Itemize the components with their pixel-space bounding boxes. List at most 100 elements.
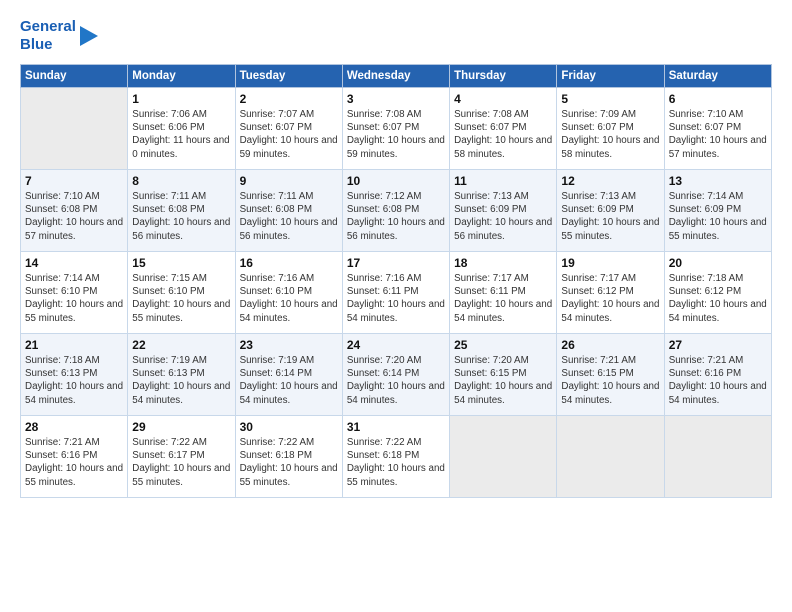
day-number: 14: [25, 256, 123, 270]
header-day: Sunday: [21, 65, 128, 88]
day-cell: 19 Sunrise: 7:17 AMSunset: 6:12 PMDayligh…: [557, 252, 664, 334]
day-number: 9: [240, 174, 338, 188]
day-cell: 3Sunrise: 7:08 AMSunset: 6:07 PMDaylight…: [342, 88, 449, 170]
logo: General Blue: [20, 18, 100, 54]
day-cell: 5 Sunrise: 7:09 AMSunset: 6:07 PMDaylight…: [557, 88, 664, 170]
day-cell: 4 Sunrise: 7:08 AMSunset: 6:07 PMDaylight…: [450, 88, 557, 170]
logo-arrow-icon: [78, 22, 100, 50]
day-cell: 21 Sunrise: 7:18 AMSunset: 6:13 PMDayligh…: [21, 334, 128, 416]
day-number: 1: [132, 92, 230, 106]
day-cell: [664, 416, 771, 498]
day-cell: 7 Sunrise: 7:10 AMSunset: 6:08 PMDaylight…: [21, 170, 128, 252]
day-number: 11: [454, 174, 552, 188]
day-cell: 31 Sunrise: 7:22 AMSunset: 6:18 PMDayligh…: [342, 416, 449, 498]
day-cell: 28 Sunrise: 7:21 AMSunset: 6:16 PMDayligh…: [21, 416, 128, 498]
header-day: Wednesday: [342, 65, 449, 88]
day-info: Sunrise: 7:15 AMSunset: 6:10 PMDaylight:…: [132, 272, 230, 325]
day-number: 31: [347, 420, 445, 434]
week-row: 7 Sunrise: 7:10 AMSunset: 6:08 PMDaylight…: [21, 170, 772, 252]
day-info: Sunrise: 7:11 AMSunset: 6:08 PMDaylight:…: [240, 190, 338, 243]
day-number: 12: [561, 174, 659, 188]
day-cell: [557, 416, 664, 498]
day-info: Sunrise: 7:07 AMSunset: 6:07 PMDaylight:…: [240, 108, 338, 161]
day-number: 8: [132, 174, 230, 188]
day-info: Sunrise: 7:14 AMSunset: 6:10 PMDaylight:…: [25, 272, 123, 325]
header-day: Monday: [128, 65, 235, 88]
day-cell: 29 Sunrise: 7:22 AMSunset: 6:17 PMDayligh…: [128, 416, 235, 498]
day-number: 25: [454, 338, 552, 352]
day-number: 4: [454, 92, 552, 106]
day-number: 28: [25, 420, 123, 434]
day-cell: 9 Sunrise: 7:11 AMSunset: 6:08 PMDaylight…: [235, 170, 342, 252]
day-number: 27: [669, 338, 767, 352]
day-info: Sunrise: 7:21 AMSunset: 6:15 PMDaylight:…: [561, 354, 659, 407]
day-number: 19: [561, 256, 659, 270]
day-info: Sunrise: 7:21 AMSunset: 6:16 PMDaylight:…: [669, 354, 767, 407]
day-cell: 23 Sunrise: 7:19 AMSunset: 6:14 PMDayligh…: [235, 334, 342, 416]
header-row: SundayMondayTuesdayWednesdayThursdayFrid…: [21, 65, 772, 88]
day-info: Sunrise: 7:21 AMSunset: 6:16 PMDaylight:…: [25, 436, 123, 489]
day-info: Sunrise: 7:09 AMSunset: 6:07 PMDaylight:…: [561, 108, 659, 161]
week-row: 14 Sunrise: 7:14 AMSunset: 6:10 PMDayligh…: [21, 252, 772, 334]
day-number: 21: [25, 338, 123, 352]
day-number: 10: [347, 174, 445, 188]
header: General Blue: [20, 18, 772, 54]
day-number: 24: [347, 338, 445, 352]
day-info: Sunrise: 7:08 AMSunset: 6:07 PMDaylight:…: [454, 108, 552, 161]
day-info: Sunrise: 7:22 AMSunset: 6:18 PMDaylight:…: [347, 436, 445, 489]
day-cell: 26 Sunrise: 7:21 AMSunset: 6:15 PMDayligh…: [557, 334, 664, 416]
day-info: Sunrise: 7:10 AMSunset: 6:07 PMDaylight:…: [669, 108, 767, 161]
day-cell: [21, 88, 128, 170]
day-number: 22: [132, 338, 230, 352]
logo-text-line2: Blue: [20, 36, 53, 54]
day-info: Sunrise: 7:17 AMSunset: 6:11 PMDaylight:…: [454, 272, 552, 325]
week-row: 1Sunrise: 7:06 AMSunset: 6:06 PMDaylight…: [21, 88, 772, 170]
day-number: 29: [132, 420, 230, 434]
day-cell: 16Sunrise: 7:16 AMSunset: 6:10 PMDayligh…: [235, 252, 342, 334]
day-info: Sunrise: 7:16 AMSunset: 6:11 PMDaylight:…: [347, 272, 445, 325]
day-info: Sunrise: 7:14 AMSunset: 6:09 PMDaylight:…: [669, 190, 767, 243]
logo-text-line1: General: [20, 18, 76, 36]
day-info: Sunrise: 7:13 AMSunset: 6:09 PMDaylight:…: [561, 190, 659, 243]
day-cell: 12 Sunrise: 7:13 AMSunset: 6:09 PMDayligh…: [557, 170, 664, 252]
day-info: Sunrise: 7:18 AMSunset: 6:13 PMDaylight:…: [25, 354, 123, 407]
day-number: 26: [561, 338, 659, 352]
header-day: Saturday: [664, 65, 771, 88]
day-info: Sunrise: 7:10 AMSunset: 6:08 PMDaylight:…: [25, 190, 123, 243]
day-info: Sunrise: 7:11 AMSunset: 6:08 PMDaylight:…: [132, 190, 230, 243]
day-number: 15: [132, 256, 230, 270]
day-cell: 17 Sunrise: 7:16 AMSunset: 6:11 PMDayligh…: [342, 252, 449, 334]
day-info: Sunrise: 7:22 AMSunset: 6:18 PMDaylight:…: [240, 436, 338, 489]
day-cell: 30Sunrise: 7:22 AMSunset: 6:18 PMDayligh…: [235, 416, 342, 498]
day-number: 17: [347, 256, 445, 270]
day-number: 20: [669, 256, 767, 270]
day-cell: 20 Sunrise: 7:18 AMSunset: 6:12 PMDayligh…: [664, 252, 771, 334]
day-cell: 14 Sunrise: 7:14 AMSunset: 6:10 PMDayligh…: [21, 252, 128, 334]
day-number: 7: [25, 174, 123, 188]
day-info: Sunrise: 7:22 AMSunset: 6:17 PMDaylight:…: [132, 436, 230, 489]
day-number: 23: [240, 338, 338, 352]
day-info: Sunrise: 7:16 AMSunset: 6:10 PMDaylight:…: [240, 272, 338, 325]
week-row: 28 Sunrise: 7:21 AMSunset: 6:16 PMDayligh…: [21, 416, 772, 498]
day-info: Sunrise: 7:20 AMSunset: 6:15 PMDaylight:…: [454, 354, 552, 407]
header-day: Tuesday: [235, 65, 342, 88]
day-number: 5: [561, 92, 659, 106]
day-cell: 27 Sunrise: 7:21 AMSunset: 6:16 PMDayligh…: [664, 334, 771, 416]
day-info: Sunrise: 7:19 AMSunset: 6:14 PMDaylight:…: [240, 354, 338, 407]
day-cell: 22Sunrise: 7:19 AMSunset: 6:13 PMDayligh…: [128, 334, 235, 416]
day-info: Sunrise: 7:13 AMSunset: 6:09 PMDaylight:…: [454, 190, 552, 243]
day-number: 2: [240, 92, 338, 106]
day-cell: 18 Sunrise: 7:17 AMSunset: 6:11 PMDayligh…: [450, 252, 557, 334]
calendar-table: SundayMondayTuesdayWednesdayThursdayFrid…: [20, 64, 772, 498]
day-info: Sunrise: 7:20 AMSunset: 6:14 PMDaylight:…: [347, 354, 445, 407]
day-cell: 1Sunrise: 7:06 AMSunset: 6:06 PMDaylight…: [128, 88, 235, 170]
day-number: 3: [347, 92, 445, 106]
day-info: Sunrise: 7:17 AMSunset: 6:12 PMDaylight:…: [561, 272, 659, 325]
day-number: 18: [454, 256, 552, 270]
day-number: 13: [669, 174, 767, 188]
day-cell: 2 Sunrise: 7:07 AMSunset: 6:07 PMDaylight…: [235, 88, 342, 170]
day-cell: [450, 416, 557, 498]
day-cell: 15 Sunrise: 7:15 AMSunset: 6:10 PMDayligh…: [128, 252, 235, 334]
day-info: Sunrise: 7:18 AMSunset: 6:12 PMDaylight:…: [669, 272, 767, 325]
header-day: Friday: [557, 65, 664, 88]
